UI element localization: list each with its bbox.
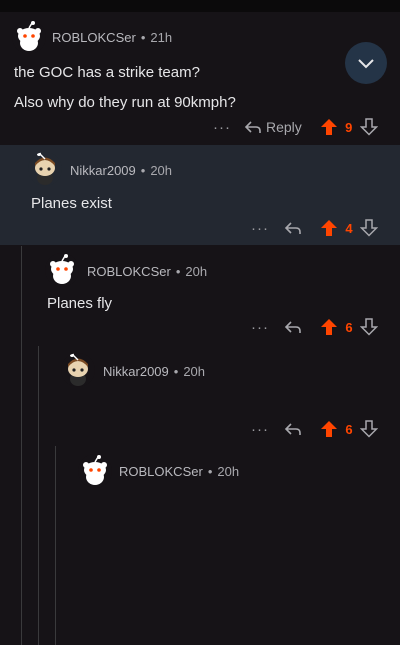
comment-body: Planes exist: [31, 191, 112, 217]
username[interactable]: ROBLOKCSer: [52, 30, 136, 45]
comment-line: the GOC has a strike team?: [14, 64, 200, 81]
vote-count: 6: [345, 421, 353, 437]
collapse-button[interactable]: [345, 42, 387, 84]
comment-line: Planes exist: [31, 195, 112, 212]
more-options-button[interactable]: ···: [210, 119, 234, 136]
comment-line: Also why do they run at 90kmph?: [14, 94, 236, 111]
reply-arrow-icon: [284, 222, 301, 234]
upvote-arrow-icon: [321, 319, 337, 335]
top-bar: [0, 0, 400, 12]
upvote-button[interactable]: [320, 219, 338, 237]
username[interactable]: Nikkar2009: [70, 163, 136, 178]
comment: ROBLOKCSer • 20h Planes fly ··· 6: [0, 246, 400, 346]
snoo-custom-avatar-icon: [61, 353, 95, 387]
comment-line: Planes fly: [47, 295, 113, 312]
upvote-button[interactable]: [320, 318, 338, 336]
reply-button[interactable]: [284, 422, 302, 436]
comment-body: the GOC has a strike team? Also why do t…: [14, 60, 236, 116]
downvote-arrow-icon: [360, 219, 378, 237]
username[interactable]: Nikkar2009: [103, 364, 169, 379]
meta-separator: •: [173, 364, 179, 379]
downvote-arrow-icon: [360, 318, 378, 336]
timestamp: 21h: [150, 30, 173, 45]
upvote-button[interactable]: [320, 118, 338, 136]
comment: Nikkar2009 • 20h Planes exist ··· 4: [0, 145, 400, 245]
comment-body: Planes fly: [47, 291, 112, 317]
downvote-arrow-icon: [360, 420, 378, 438]
comment-actions: ··· 6: [248, 317, 378, 337]
meta-separator: •: [207, 464, 213, 479]
timestamp: 20h: [217, 464, 240, 479]
comment-meta: ROBLOKCSer • 20h: [119, 464, 239, 479]
meta-separator: •: [140, 30, 146, 45]
downvote-arrow-icon: [359, 118, 378, 136]
comment: ROBLOKCSer • 20h: [0, 446, 400, 645]
username[interactable]: ROBLOKCSer: [87, 264, 171, 279]
snoo-avatar-icon: [78, 454, 112, 488]
vote-count: 9: [345, 119, 353, 135]
username[interactable]: ROBLOKCSer: [119, 464, 203, 479]
comment-actions: ··· Reply 9: [210, 117, 378, 137]
vote-count: 4: [345, 220, 353, 236]
snoo-avatar-icon: [45, 253, 79, 287]
timestamp: 20h: [185, 264, 208, 279]
comment-actions: ··· 4: [248, 218, 378, 238]
more-options-button[interactable]: ···: [248, 220, 272, 237]
comment-meta: Nikkar2009 • 20h: [103, 364, 205, 379]
upvote-button[interactable]: [320, 420, 338, 438]
avatar[interactable]: [61, 353, 95, 387]
upvote-arrow-icon: [320, 119, 337, 135]
reply-button[interactable]: Reply: [244, 119, 302, 135]
avatar[interactable]: [28, 152, 62, 186]
upvote-arrow-icon: [321, 421, 337, 437]
downvote-button[interactable]: [360, 318, 378, 336]
comment: Nikkar2009 • 20h ··· 6: [0, 346, 400, 446]
reply-button[interactable]: [284, 221, 302, 235]
comment-meta: Nikkar2009 • 20h: [70, 163, 172, 178]
chevron-down-icon: [358, 59, 374, 69]
reply-button[interactable]: [284, 320, 302, 334]
downvote-button[interactable]: [360, 420, 378, 438]
vote-count: 6: [345, 319, 353, 335]
reply-arrow-icon: [244, 121, 261, 133]
downvote-button[interactable]: [360, 219, 378, 237]
timestamp: 20h: [183, 364, 206, 379]
downvote-button[interactable]: [359, 118, 378, 136]
avatar[interactable]: [78, 454, 112, 488]
meta-separator: •: [175, 264, 181, 279]
snoo-avatar-icon: [12, 20, 46, 54]
upvote-arrow-icon: [321, 220, 337, 236]
more-options-button[interactable]: ···: [248, 319, 272, 336]
comment-actions: ··· 6: [248, 419, 378, 439]
comment: ROBLOKCSer • 21h the GOC has a strike team…: [0, 12, 400, 144]
comment-meta: ROBLOKCSer • 21h: [52, 30, 172, 45]
reply-arrow-icon: [284, 423, 301, 435]
avatar[interactable]: [12, 20, 46, 54]
timestamp: 20h: [150, 163, 173, 178]
snoo-custom-avatar-icon: [28, 152, 62, 186]
reply-label: Reply: [266, 119, 302, 135]
avatar[interactable]: [45, 253, 79, 287]
comment-meta: ROBLOKCSer • 20h: [87, 264, 207, 279]
reply-arrow-icon: [284, 321, 301, 333]
meta-separator: •: [140, 163, 146, 178]
more-options-button[interactable]: ···: [248, 421, 272, 438]
